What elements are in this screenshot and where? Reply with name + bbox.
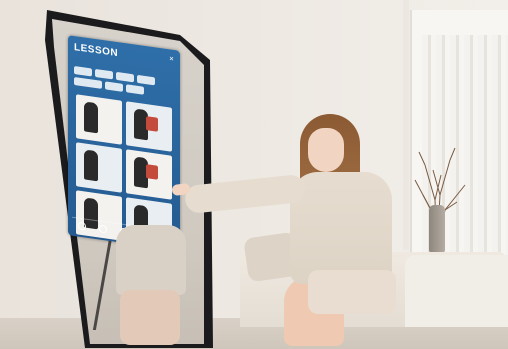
- filter-chip[interactable]: [95, 68, 113, 80]
- photo-scene: LESSON ✕: [0, 0, 508, 349]
- sweater: [290, 172, 392, 284]
- filter-chip[interactable]: [105, 81, 123, 92]
- athlete-figure: [84, 101, 98, 134]
- close-icon[interactable]: ✕: [169, 55, 174, 63]
- mirror-reflection: [108, 205, 192, 345]
- skirt: [308, 270, 396, 314]
- bed-throw: [405, 255, 508, 327]
- home-icon[interactable]: [78, 221, 87, 231]
- vase: [429, 205, 445, 253]
- reflection-body: [116, 225, 186, 295]
- workout-tile-1[interactable]: [76, 94, 122, 145]
- reflection-legs: [120, 290, 180, 345]
- filter-chip[interactable]: [137, 74, 155, 86]
- athlete-accent: [146, 164, 158, 180]
- athlete-accent: [146, 116, 158, 132]
- workout-tile-3[interactable]: [76, 142, 122, 193]
- filter-chip[interactable]: [116, 71, 134, 83]
- filter-chip[interactable]: [74, 76, 102, 89]
- workout-tile-4[interactable]: [126, 149, 172, 200]
- lesson-icon[interactable]: [99, 224, 108, 234]
- woman-touching-mirror: [171, 108, 420, 349]
- filter-chip[interactable]: [126, 84, 144, 95]
- filter-chips: [74, 65, 176, 99]
- lesson-title: LESSON: [74, 41, 119, 60]
- athlete-figure: [84, 149, 98, 182]
- workout-tile-2[interactable]: [126, 101, 172, 152]
- filter-chip[interactable]: [74, 65, 92, 77]
- face: [308, 128, 344, 172]
